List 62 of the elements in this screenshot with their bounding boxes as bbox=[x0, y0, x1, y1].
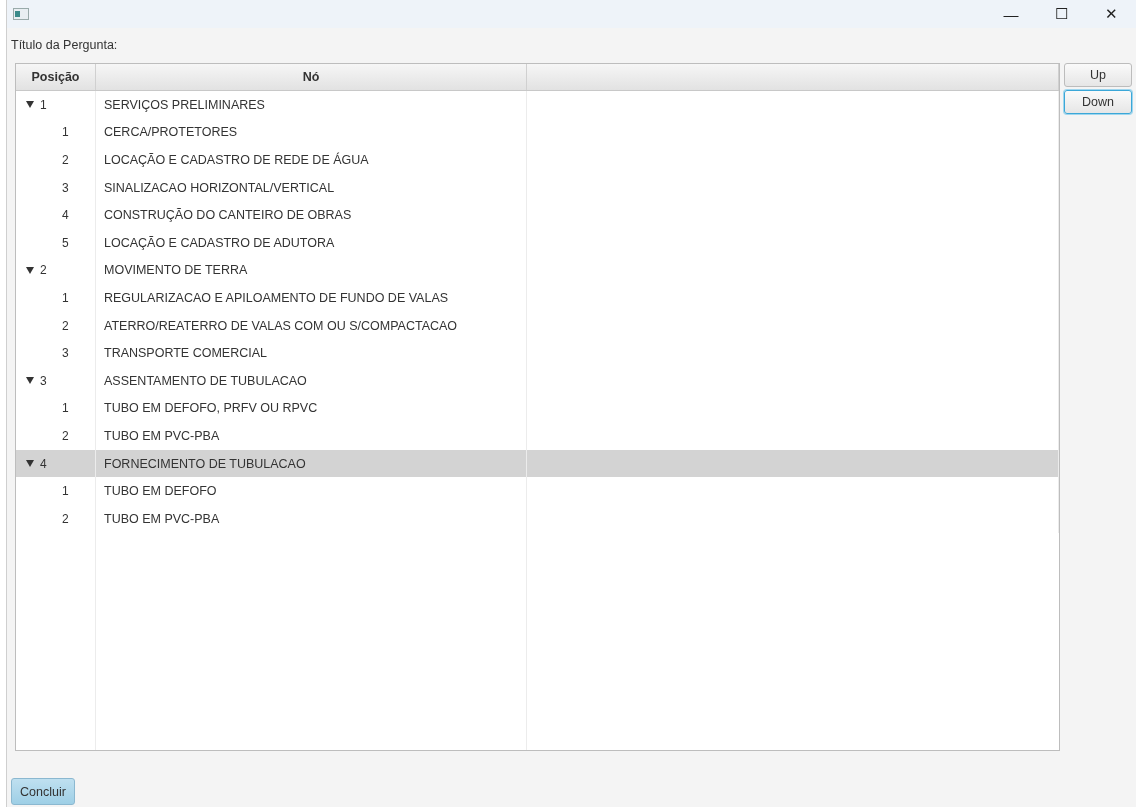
expanded-triangle-icon[interactable] bbox=[26, 377, 34, 385]
position-number: 1 bbox=[62, 401, 69, 416]
position-number: 2 bbox=[40, 263, 47, 278]
node-label: SERVIÇOS PRELIMINARES bbox=[104, 97, 265, 112]
move-button[interactable]: Down bbox=[1064, 90, 1132, 114]
position-number: 1 bbox=[62, 290, 69, 305]
node-label: TUBO EM DEFOFO bbox=[104, 484, 217, 499]
position-number: 4 bbox=[40, 456, 47, 471]
node-label: MOVIMENTO DE TERRA bbox=[104, 263, 248, 278]
maximize-button[interactable]: ☐ bbox=[1036, 5, 1086, 23]
position-number: 4 bbox=[62, 208, 69, 223]
question-title-label: Título da Pergunta: bbox=[10, 37, 119, 54]
conclude-button[interactable]: Concluir bbox=[11, 778, 75, 805]
position-number: 2 bbox=[62, 153, 69, 167]
position-number: 2 bbox=[62, 318, 69, 333]
position-number: 1 bbox=[62, 125, 69, 140]
expanded-triangle-icon[interactable] bbox=[26, 266, 34, 274]
position-number: 3 bbox=[62, 180, 69, 195]
tree-row[interactable]: 1 REGULARIZACAO E APILOAMENTO DE FUNDO DE VALAS bbox=[16, 284, 1059, 312]
node-label: ATERRO/REATERRO DE VALAS COM OU S/COMPACTACAO bbox=[104, 318, 458, 333]
position-number: 3 bbox=[62, 346, 69, 361]
tree-row[interactable]: 1 TUBO EM DEFOFO, PRFV OU RPVC bbox=[16, 394, 1059, 423]
expanded-triangle-icon[interactable] bbox=[26, 460, 34, 467]
tree-row[interactable]: 4 CONSTRUÇÃO DO CANTEIRO DE OBRAS bbox=[16, 201, 1059, 229]
tree-row[interactable]: 1 SERVIÇOS PRELIMINARES bbox=[16, 91, 1059, 119]
column-header[interactable]: Nó bbox=[96, 64, 527, 90]
column-header[interactable]: Posição bbox=[16, 64, 96, 90]
tree-row[interactable]: 5 LOCAÇÃO E CADASTRO DE ADUTORA bbox=[16, 228, 1059, 257]
node-label: SINALIZACAO HORIZONTAL/VERTICAL bbox=[104, 180, 335, 195]
tree-row[interactable]: 1 CERCA/PROTETORES bbox=[16, 118, 1059, 147]
move-button[interactable]: Up bbox=[1064, 63, 1132, 87]
node-label: FORNECIMENTO DE TUBULACAO bbox=[104, 456, 306, 471]
tree-row[interactable]: 4 FORNECIMENTO DE TUBULACAO bbox=[16, 449, 1059, 478]
node-label: ASSENTAMENTO DE TUBULACAO bbox=[104, 373, 307, 388]
position-number: 1 bbox=[40, 97, 47, 112]
minimize-button[interactable]: — bbox=[986, 5, 1036, 23]
node-label: TUBO EM PVC-PBA bbox=[104, 428, 220, 443]
tree-row[interactable]: 2 MOVIMENTO DE TERRA bbox=[16, 256, 1059, 285]
node-label: TUBO EM DEFOFO, PRFV OU RPVC bbox=[104, 401, 318, 416]
position-number: 3 bbox=[40, 373, 47, 388]
tree-row[interactable]: 3 ASSENTAMENTO DE TUBULACAO bbox=[16, 366, 1059, 395]
node-label: LOCAÇÃO E CADASTRO DE ADUTORA bbox=[104, 235, 335, 250]
tree-row[interactable]: 2 TUBO EM PVC-PBA bbox=[16, 504, 1059, 533]
position-number: 2 bbox=[62, 428, 69, 443]
tree-row[interactable]: 2 TUBO EM PVC-PBA bbox=[16, 422, 1059, 450]
position-number: 2 bbox=[62, 511, 69, 526]
node-label: REGULARIZACAO E APILOAMENTO DE FUNDO DE VALAS bbox=[104, 290, 449, 305]
position-number: 1 bbox=[62, 484, 69, 499]
tree-row[interactable]: 2 LOCAÇÃO E CADASTRO DE REDE DE ÁGUA bbox=[16, 146, 1059, 174]
node-label: TRANSPORTE COMERCIAL bbox=[104, 346, 267, 361]
position-number: 5 bbox=[62, 235, 69, 250]
app-icon bbox=[13, 8, 29, 20]
close-button[interactable]: ✕ bbox=[1086, 5, 1136, 23]
tree-row[interactable]: 2 ATERRO/REATERRO DE VALAS COM OU S/COMPACTACAO bbox=[16, 311, 1059, 340]
tree-row[interactable]: 1 TUBO EM DEFOFO bbox=[16, 477, 1059, 505]
node-label: TUBO EM PVC-PBA bbox=[104, 511, 220, 526]
expanded-triangle-icon[interactable] bbox=[26, 101, 34, 109]
node-label: CERCA/PROTETORES bbox=[104, 125, 238, 140]
node-label: LOCAÇÃO E CADASTRO DE REDE DE ÁGUA bbox=[104, 153, 369, 167]
node-label: CONSTRUÇÃO DO CANTEIRO DE OBRAS bbox=[104, 208, 352, 223]
tree-row[interactable]: 3 SINALIZACAO HORIZONTAL/VERTICAL bbox=[16, 173, 1059, 202]
tree-row[interactable]: 3 TRANSPORTE COMERCIAL bbox=[16, 339, 1059, 367]
